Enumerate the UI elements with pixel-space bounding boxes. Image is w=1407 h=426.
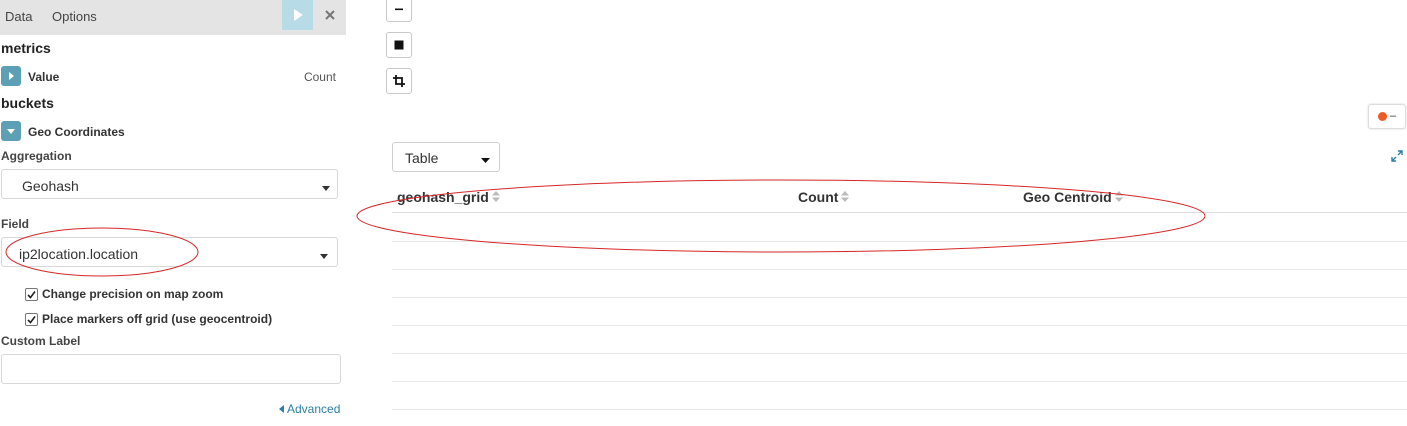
bucket-title[interactable]: Geo Coordinates [28,125,125,139]
sort-icon [491,189,500,205]
discard-changes-button[interactable] [314,0,345,30]
geocentroid-checkbox[interactable] [25,312,38,326]
precision-checkbox-row[interactable]: Change precision on map zoom [25,287,223,301]
sidebar-tabs: Data Options [0,0,346,35]
caret-left-icon [279,405,284,413]
table-row-divider [392,297,1407,298]
chevron-down-icon [320,247,328,263]
column-header-geohash-grid[interactable]: geohash_grid [397,189,500,205]
advanced-link-label: Advanced [287,402,341,416]
zoom-out-button[interactable] [386,0,412,22]
draw-rectangle-button[interactable] [386,32,412,58]
metric-description: Count [303,70,336,84]
table-row-divider [392,325,1407,326]
advanced-link[interactable]: Advanced [279,402,340,416]
aggregation-value: Geohash [22,178,79,194]
field-select[interactable]: ip2location.location [1,237,338,267]
table-row-divider [392,269,1407,270]
precision-checkbox[interactable] [25,287,38,301]
table-row-divider [392,409,1407,410]
crop-icon [393,75,405,87]
play-icon [293,9,303,21]
field-value: ip2location.location [19,246,139,262]
tab-options[interactable]: Options [52,9,97,24]
column-header-count[interactable]: Count [798,189,850,205]
editor-sidebar: Data Options metrics Value Count buckets… [0,0,346,426]
column-header-geo-centroid[interactable]: Geo Centroid [1023,189,1123,205]
view-mode-select[interactable]: Table [392,142,500,172]
custom-label-label: Custom Label [1,334,81,348]
close-icon [324,10,335,20]
buckets-heading: buckets [1,95,54,111]
sort-icon [1114,189,1123,205]
expand-icon[interactable] [1391,149,1403,167]
column-header-label: Geo Centroid [1023,189,1112,205]
column-header-label: geohash_grid [397,189,489,205]
zoom-out-icon [395,8,403,11]
table-header-divider [392,212,1407,213]
metric-toggle-button[interactable] [1,66,21,86]
chevron-down-icon [481,152,490,168]
checkmark-icon [27,315,36,324]
caret-right-icon [9,72,14,80]
legend-toggle[interactable]: – [1368,104,1406,129]
checkmark-icon [27,290,36,299]
table-row-divider [392,353,1407,354]
precision-checkbox-label: Change precision on map zoom [42,287,224,301]
table-row-divider [392,381,1407,382]
column-header-label: Count [798,189,839,205]
legend-label: – [1389,110,1397,122]
geocentroid-checkbox-label: Place markers off grid (use geocentroid) [42,312,273,326]
sort-icon [841,189,850,205]
square-draw-icon [394,40,404,50]
table-row-divider [392,241,1407,242]
metrics-heading: metrics [1,40,51,56]
apply-changes-button[interactable] [282,0,313,30]
chevron-down-icon [322,179,330,195]
caret-down-icon [7,129,15,134]
field-label: Field [1,217,30,231]
legend-dot [1377,112,1387,121]
tab-data[interactable]: Data [5,9,32,24]
aggregation-label: Aggregation [1,149,72,163]
bucket-toggle-button[interactable] [1,121,21,141]
view-mode-value: Table [405,150,439,166]
geocentroid-checkbox-row[interactable]: Place markers off grid (use geocentroid) [25,312,272,326]
aggregation-select[interactable]: Geohash [1,169,338,199]
custom-label-input[interactable] [1,354,341,384]
metric-title[interactable]: Value [28,70,59,84]
crop-button[interactable] [386,68,412,94]
